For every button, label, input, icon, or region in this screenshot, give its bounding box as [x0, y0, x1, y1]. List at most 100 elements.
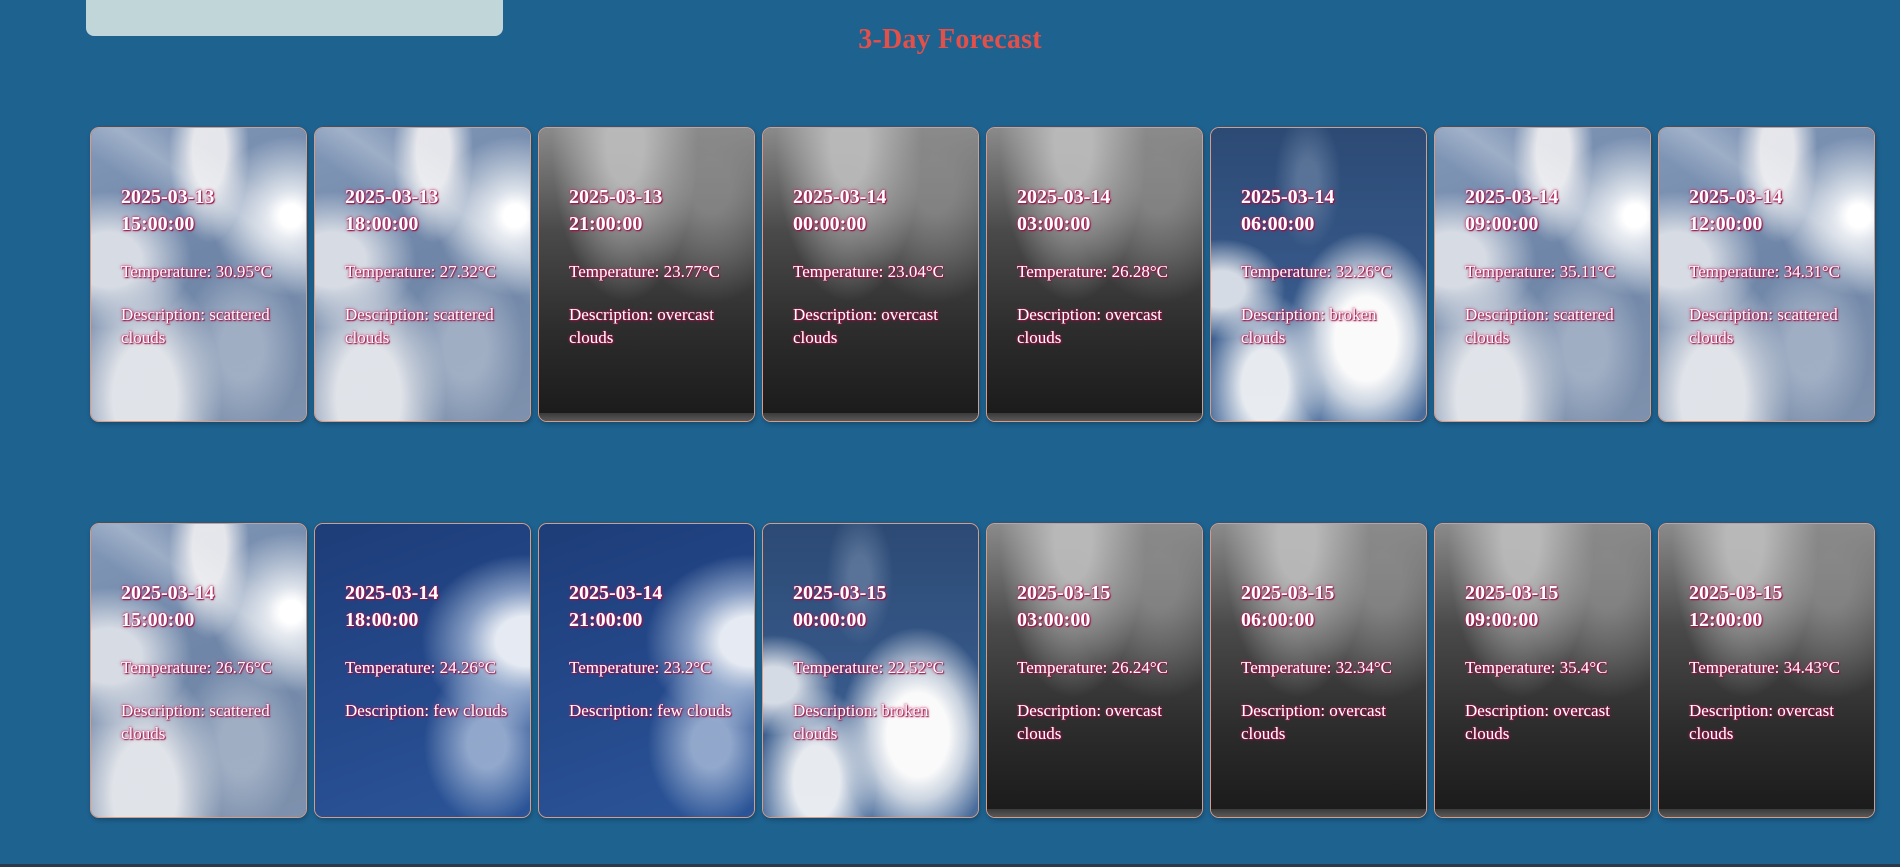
temperature-value: 34.31°C [1783, 262, 1841, 281]
description-label: Description: [569, 701, 654, 720]
forecast-card-content: 2025-03-13 21:00:00 Temperature: 23.77°C De… [569, 184, 742, 349]
forecast-card-content: 2025-03-14 21:00:00 Temperature: 23.2°C Des… [569, 580, 742, 722]
forecast-time: 00:00:00 [793, 213, 867, 235]
forecast-temperature: Temperature: 23.2°C [569, 656, 742, 679]
forecast-datetime: 2025-03-15 03:00:00 [1017, 580, 1190, 634]
forecast-date: 2025-03-14 [1465, 186, 1559, 208]
forecast-row-2: 2025-03-14 15:00:00 Temperature: 26.76°C De… [90, 523, 1875, 818]
forecast-time: 09:00:00 [1465, 609, 1539, 631]
description-label: Description: [1241, 701, 1326, 720]
forecast-temperature: Temperature: 32.34°C [1241, 656, 1414, 679]
temperature-value: 30.95°C [215, 262, 273, 281]
forecast-temperature: Temperature: 30.95°C [121, 260, 294, 283]
forecast-card-content: 2025-03-14 18:00:00 Temperature: 24.26°C De… [345, 580, 518, 722]
forecast-card[interactable]: 2025-03-14 18:00:00 Temperature: 24.26°C De… [314, 523, 531, 818]
description-label: Description: [121, 305, 206, 324]
temperature-label: Temperature: [793, 262, 884, 281]
description-label: Description: [345, 305, 430, 324]
temperature-value: 23.2°C [663, 658, 712, 677]
forecast-time: 15:00:00 [121, 213, 195, 235]
temperature-value: 22.52°C [887, 658, 945, 677]
forecast-card[interactable]: 2025-03-14 06:00:00 Temperature: 32.26°C De… [1210, 127, 1427, 422]
forecast-card-content: 2025-03-14 03:00:00 Temperature: 26.28°C De… [1017, 184, 1190, 349]
forecast-datetime: 2025-03-15 12:00:00 [1689, 580, 1862, 634]
forecast-card-content: 2025-03-15 09:00:00 Temperature: 35.4°C Des… [1465, 580, 1638, 745]
temperature-value: 23.04°C [887, 262, 945, 281]
forecast-datetime: 2025-03-14 00:00:00 [793, 184, 966, 238]
forecast-datetime: 2025-03-13 15:00:00 [121, 184, 294, 238]
forecast-date: 2025-03-14 [1017, 186, 1111, 208]
forecast-datetime: 2025-03-13 21:00:00 [569, 184, 742, 238]
forecast-card[interactable]: 2025-03-14 09:00:00 Temperature: 35.11°C De… [1434, 127, 1651, 422]
temperature-label: Temperature: [1465, 658, 1556, 677]
forecast-card-content: 2025-03-15 03:00:00 Temperature: 26.24°C De… [1017, 580, 1190, 745]
forecast-card[interactable]: 2025-03-14 00:00:00 Temperature: 23.04°C De… [762, 127, 979, 422]
forecast-card-content: 2025-03-14 06:00:00 Temperature: 32.26°C De… [1241, 184, 1414, 349]
forecast-card[interactable]: 2025-03-14 03:00:00 Temperature: 26.28°C De… [986, 127, 1203, 422]
forecast-temperature: Temperature: 26.76°C [121, 656, 294, 679]
forecast-description: Description: few clouds [345, 699, 518, 722]
forecast-date: 2025-03-14 [345, 582, 439, 604]
forecast-datetime: 2025-03-15 06:00:00 [1241, 580, 1414, 634]
forecast-card[interactable]: 2025-03-14 21:00:00 Temperature: 23.2°C Des… [538, 523, 755, 818]
forecast-datetime: 2025-03-14 03:00:00 [1017, 184, 1190, 238]
temperature-label: Temperature: [345, 658, 436, 677]
forecast-description: Description: overcast clouds [793, 303, 966, 349]
forecast-card[interactable]: 2025-03-13 15:00:00 Temperature: 30.95°C De… [90, 127, 307, 422]
forecast-card[interactable]: 2025-03-15 09:00:00 Temperature: 35.4°C Des… [1434, 523, 1651, 818]
forecast-card-content: 2025-03-13 18:00:00 Temperature: 27.32°C De… [345, 184, 518, 349]
page: 3-Day Forecast 2025-03-13 15:00:00 Tempera… [0, 0, 1900, 867]
forecast-datetime: 2025-03-14 12:00:00 [1689, 184, 1862, 238]
forecast-temperature: Temperature: 23.04°C [793, 260, 966, 283]
forecast-time: 18:00:00 [345, 609, 419, 631]
forecast-description: Description: scattered clouds [1465, 303, 1638, 349]
forecast-row-1: 2025-03-13 15:00:00 Temperature: 30.95°C De… [90, 127, 1875, 422]
temperature-label: Temperature: [1465, 262, 1556, 281]
forecast-date: 2025-03-14 [1241, 186, 1335, 208]
description-label: Description: [1017, 305, 1102, 324]
forecast-description: Description: scattered clouds [121, 303, 294, 349]
forecast-temperature: Temperature: 22.52°C [793, 656, 966, 679]
forecast-description: Description: broken clouds [1241, 303, 1414, 349]
forecast-card[interactable]: 2025-03-14 15:00:00 Temperature: 26.76°C De… [90, 523, 307, 818]
forecast-time: 00:00:00 [793, 609, 867, 631]
forecast-datetime: 2025-03-14 06:00:00 [1241, 184, 1414, 238]
forecast-description: Description: overcast clouds [1017, 303, 1190, 349]
forecast-description: Description: broken clouds [793, 699, 966, 745]
temperature-label: Temperature: [121, 262, 212, 281]
page-title: 3-Day Forecast [858, 24, 1042, 55]
temperature-value: 26.76°C [215, 658, 273, 677]
forecast-card-content: 2025-03-14 12:00:00 Temperature: 34.31°C De… [1689, 184, 1862, 349]
forecast-temperature: Temperature: 23.77°C [569, 260, 742, 283]
forecast-date: 2025-03-14 [1689, 186, 1783, 208]
forecast-card[interactable]: 2025-03-13 21:00:00 Temperature: 23.77°C De… [538, 127, 755, 422]
forecast-card[interactable]: 2025-03-15 03:00:00 Temperature: 26.24°C De… [986, 523, 1203, 818]
forecast-description: Description: overcast clouds [569, 303, 742, 349]
forecast-card[interactable]: 2025-03-15 06:00:00 Temperature: 32.34°C De… [1210, 523, 1427, 818]
forecast-card[interactable]: 2025-03-15 00:00:00 Temperature: 22.52°C De… [762, 523, 979, 818]
temperature-value: 34.43°C [1783, 658, 1841, 677]
forecast-temperature: Temperature: 24.26°C [345, 656, 518, 679]
forecast-card[interactable]: 2025-03-15 12:00:00 Temperature: 34.43°C De… [1658, 523, 1875, 818]
description-label: Description: [1017, 701, 1102, 720]
forecast-card[interactable]: 2025-03-13 18:00:00 Temperature: 27.32°C De… [314, 127, 531, 422]
forecast-temperature: Temperature: 34.43°C [1689, 656, 1862, 679]
forecast-card-content: 2025-03-14 00:00:00 Temperature: 23.04°C De… [793, 184, 966, 349]
forecast-description: Description: overcast clouds [1689, 699, 1862, 745]
forecast-card-content: 2025-03-14 15:00:00 Temperature: 26.76°C De… [121, 580, 294, 745]
forecast-temperature: Temperature: 32.26°C [1241, 260, 1414, 283]
description-label: Description: [1465, 701, 1550, 720]
temperature-value: 35.11°C [1559, 262, 1616, 281]
description-label: Description: [1465, 305, 1550, 324]
forecast-time: 06:00:00 [1241, 609, 1315, 631]
forecast-card-content: 2025-03-15 00:00:00 Temperature: 22.52°C De… [793, 580, 966, 745]
forecast-description: Description: scattered clouds [121, 699, 294, 745]
forecast-card-content: 2025-03-14 09:00:00 Temperature: 35.11°C De… [1465, 184, 1638, 349]
temperature-label: Temperature: [569, 262, 660, 281]
forecast-card[interactable]: 2025-03-14 12:00:00 Temperature: 34.31°C De… [1658, 127, 1875, 422]
forecast-date: 2025-03-15 [1241, 582, 1335, 604]
forecast-time: 21:00:00 [569, 213, 643, 235]
description-value: few clouds [433, 701, 508, 720]
forecast-date: 2025-03-14 [121, 582, 215, 604]
forecast-time: 03:00:00 [1017, 609, 1091, 631]
